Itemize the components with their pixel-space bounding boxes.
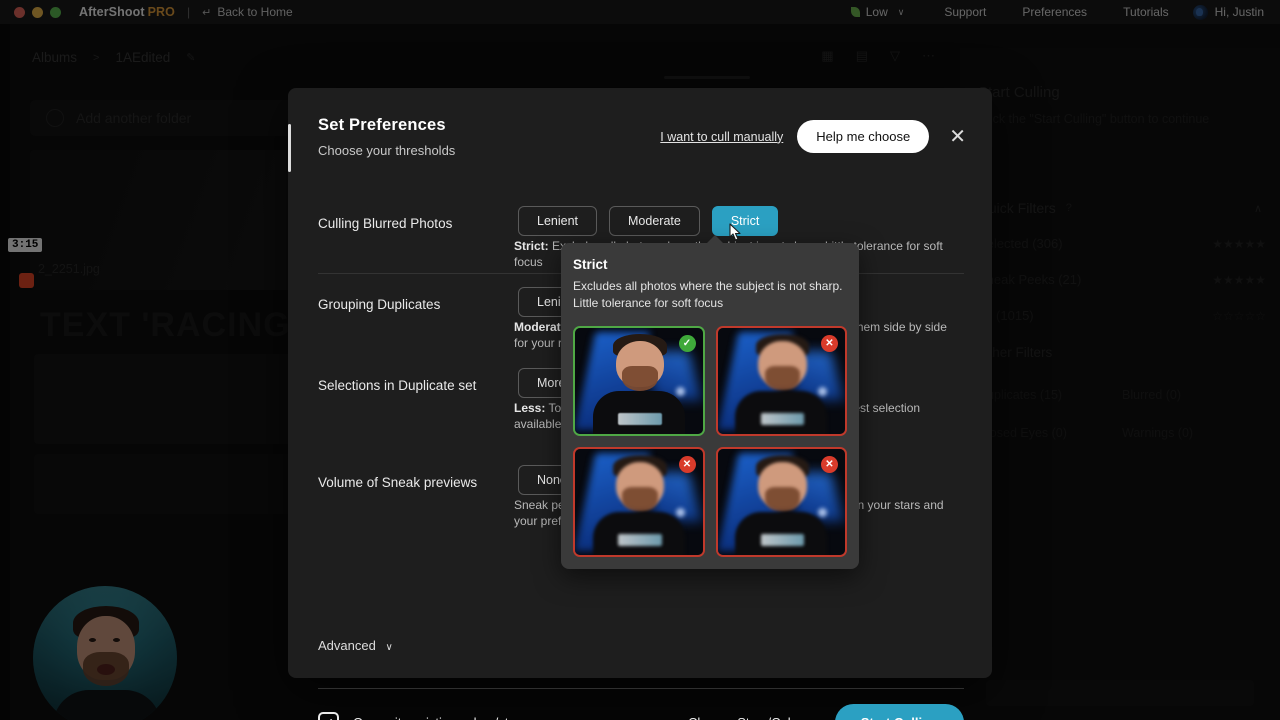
option-lenient[interactable]: Lenient	[518, 206, 597, 236]
check-icon: ✓	[323, 716, 335, 720]
close-icon[interactable]: ✕	[949, 127, 966, 147]
advanced-label: Advanced	[318, 638, 376, 653]
overwrite-checkbox-label: Overwrite existing colors/stars	[353, 715, 526, 720]
setting-label: Culling Blurred Photos	[318, 216, 452, 231]
dialog-accent-bar	[288, 124, 291, 172]
dialog-header: Set Preferences Choose your thresholds I…	[318, 116, 966, 158]
thumbnail-rejected[interactable]: ✕	[716, 326, 848, 436]
change-stars-colors-button[interactable]: ‹ Change Stars/Colors	[675, 715, 809, 720]
dialog-header-actions: I want to cull manually Help me choose ✕	[660, 116, 966, 153]
strict-tooltip-popover: Strict Excludes all photos where the sub…	[561, 243, 859, 569]
bokeh-dot-shape	[676, 508, 685, 517]
tooltip-body: Excludes all photos where the subject is…	[573, 278, 847, 313]
rejected-x-icon: ✕	[821, 456, 838, 473]
rejected-x-icon: ✕	[821, 335, 838, 352]
tooltip-thumbnail-grid: ✓ ✕	[573, 326, 847, 557]
footer-divider	[318, 688, 964, 689]
option-moderate[interactable]: Moderate	[609, 206, 700, 236]
shirt-logo	[618, 534, 661, 547]
segmented-control-culling-blurred: Lenient Moderate Strict	[518, 206, 778, 236]
shirt-logo	[761, 534, 804, 547]
description-strong: Strict:	[514, 239, 549, 253]
shirt-logo	[761, 413, 804, 426]
rejected-x-icon: ✕	[679, 456, 696, 473]
cull-manually-link[interactable]: I want to cull manually	[660, 130, 783, 144]
advanced-toggle[interactable]: Advanced ∨	[318, 638, 393, 653]
overwrite-checkbox[interactable]: ✓	[318, 712, 339, 720]
description-strong: Less:	[514, 401, 545, 415]
setting-label: Volume of Sneak previews	[318, 475, 477, 490]
shirt-logo	[618, 413, 661, 426]
tooltip-title: Strict	[573, 257, 847, 272]
page-title: Set Preferences	[318, 116, 455, 135]
set-preferences-dialog: Set Preferences Choose your thresholds I…	[288, 88, 992, 678]
setting-label: Grouping Duplicates	[318, 297, 440, 312]
thumbnail-accepted[interactable]: ✓	[573, 326, 705, 436]
chevron-left-icon: ‹	[675, 715, 679, 720]
help-me-choose-button[interactable]: Help me choose	[797, 120, 929, 153]
accepted-check-icon: ✓	[679, 335, 696, 352]
option-strict[interactable]: Strict	[712, 206, 778, 236]
dialog-footer: ✓ Overwrite existing colors/stars ‹ Chan…	[318, 704, 964, 720]
bokeh-dot-shape	[676, 387, 685, 396]
setting-label: Selections in Duplicate set	[318, 378, 476, 393]
app-root: AfterShootPRO | ↵ Back to Home Low ∨ Sup…	[0, 0, 1280, 720]
footer-actions: ‹ Change Stars/Colors Start Culling	[675, 704, 964, 720]
chevron-down-icon: ∨	[385, 642, 392, 653]
start-culling-button[interactable]: Start Culling	[835, 704, 964, 720]
thumbnail-rejected[interactable]: ✕	[573, 447, 705, 557]
page-subtitle: Choose your thresholds	[318, 143, 455, 158]
change-stars-label: Change Stars/Colors	[688, 715, 809, 720]
thumbnail-rejected[interactable]: ✕	[716, 447, 848, 557]
